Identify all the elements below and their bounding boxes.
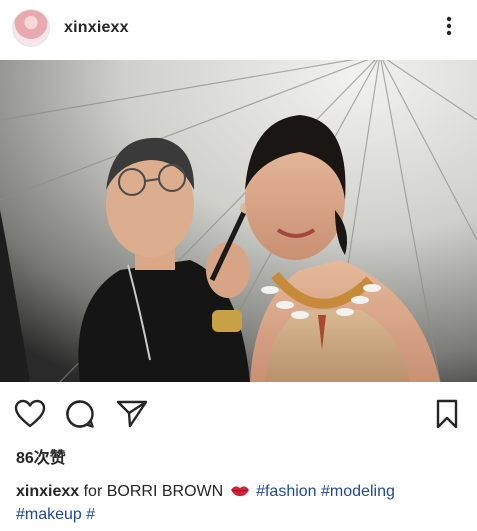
hashtag-link[interactable]: #makeup bbox=[16, 506, 82, 523]
caption-username[interactable]: xinxiexx bbox=[16, 483, 79, 500]
post-header: xinxiexx bbox=[0, 0, 477, 56]
heart-icon[interactable] bbox=[12, 396, 48, 432]
paper-plane-icon[interactable] bbox=[114, 396, 150, 432]
comment-bubble-icon[interactable] bbox=[62, 396, 98, 432]
hashtag-link[interactable]: #modeling bbox=[321, 483, 395, 500]
bookmark-icon[interactable] bbox=[429, 396, 465, 432]
likes-number: 86 bbox=[16, 450, 34, 467]
caption-text: for BORRI BROWN bbox=[83, 483, 224, 500]
kiss-mark-icon bbox=[230, 482, 250, 497]
post-action-bar bbox=[0, 396, 477, 432]
more-options-icon[interactable] bbox=[437, 14, 461, 38]
post-caption: xinxiexx for BORRI BROWN #fashion #model… bbox=[16, 480, 466, 526]
hashtag-link[interactable]: # bbox=[86, 506, 95, 523]
hashtag-link[interactable]: #fashion bbox=[256, 483, 317, 500]
likes-suffix: 次赞 bbox=[33, 450, 66, 467]
post-photo[interactable] bbox=[0, 60, 477, 382]
avatar[interactable] bbox=[12, 9, 50, 47]
post-username[interactable]: xinxiexx bbox=[64, 19, 129, 37]
likes-count[interactable]: 86次赞 bbox=[16, 444, 66, 468]
